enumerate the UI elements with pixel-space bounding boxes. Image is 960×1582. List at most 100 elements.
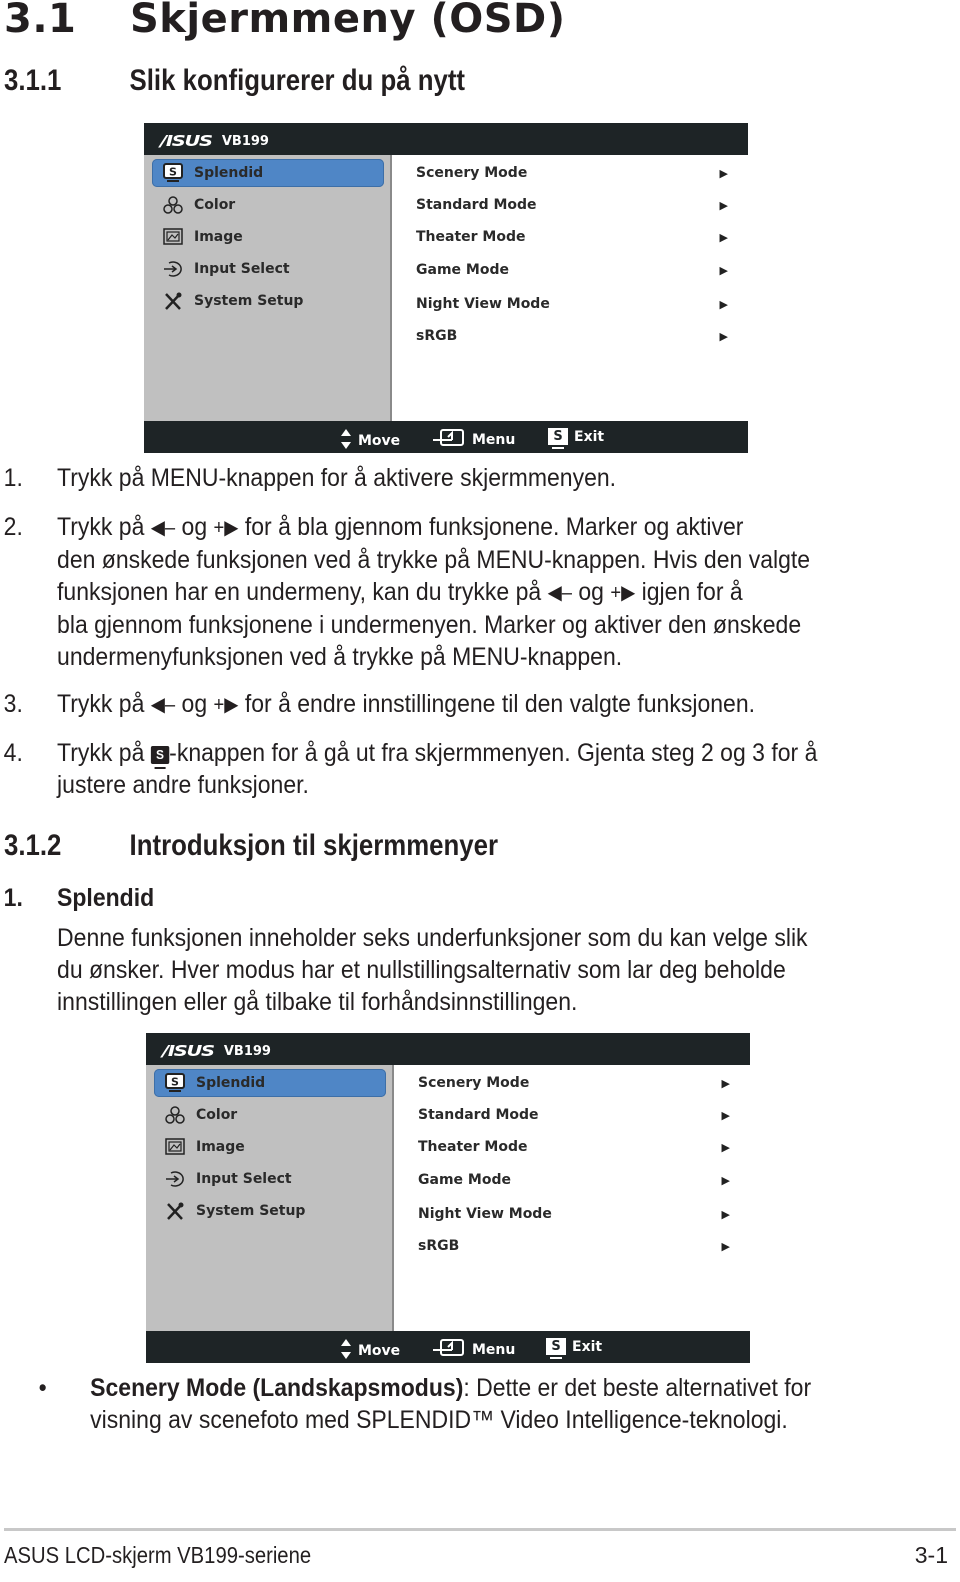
menu-label: Menu bbox=[472, 1342, 516, 1358]
move-label: Move bbox=[358, 433, 401, 449]
osd-submenu-item[interactable]: sRGB ▶ bbox=[418, 1234, 730, 1258]
osd-item-label: Splendid bbox=[196, 1075, 266, 1091]
section-title: Slik konfigurerer du på nytt bbox=[129, 64, 466, 97]
submenu-label: Theater Mode bbox=[416, 229, 526, 245]
item-number: 1. bbox=[3, 884, 23, 912]
text: og bbox=[181, 513, 208, 541]
menu-enter-icon bbox=[432, 428, 466, 452]
scenery-mode-bullet: • Scenery Mode (Landskapsmodus): Dette e… bbox=[0, 1372, 883, 1442]
osd-main-menu: S Splendid Color Image Input Select Syst… bbox=[144, 155, 390, 421]
up-down-arrow-icon bbox=[340, 428, 352, 454]
arrow-right-icon: ▶ bbox=[721, 1173, 730, 1187]
svg-text:S: S bbox=[169, 166, 177, 179]
step-number: 3. bbox=[3, 690, 23, 718]
osd-footer-bar: Move Menu S Exit bbox=[144, 421, 748, 453]
text: Trykk på bbox=[57, 690, 145, 718]
step-2: 2. Trykk på ◀– og +▶ for å bla gjennom f… bbox=[0, 511, 883, 681]
submenu-label: Game Mode bbox=[416, 262, 509, 278]
osd-item-label: System Setup bbox=[196, 1203, 306, 1219]
osd-model: VB199 bbox=[221, 133, 269, 149]
exit-s-key-icon: S bbox=[548, 428, 568, 449]
osd-item-splendid[interactable]: S Splendid bbox=[154, 1069, 386, 1097]
section-heading-3-1-1: 3.1.1 Slik konfigurerer du på nytt bbox=[4, 64, 465, 98]
text: -knappen for å gå ut fra skjermmenyen. G… bbox=[169, 739, 818, 767]
page-heading: 3.1 Skjermmeny (OSD) bbox=[4, 0, 566, 42]
text: visning av scenefoto med SPLENDID™ Video… bbox=[90, 1406, 788, 1434]
plus-key-icon: +▶ bbox=[213, 694, 239, 716]
text: for å endre innstillingene til den valgt… bbox=[244, 690, 756, 718]
osd-item-input-select[interactable]: Input Select bbox=[154, 1165, 386, 1193]
osd-item-system-setup[interactable]: System Setup bbox=[152, 287, 384, 315]
osd-submenu-item[interactable]: Theater Mode ▶ bbox=[416, 225, 728, 249]
osd-menu-screenshot-2: /ISUS VB199 S Splendid Color Image Input… bbox=[146, 1033, 750, 1363]
osd-submenu-item[interactable]: Scenery Mode ▶ bbox=[418, 1071, 730, 1095]
osd-item-splendid[interactable]: S Splendid bbox=[152, 159, 384, 187]
splendid-s-icon: S bbox=[162, 163, 184, 183]
osd-submenu-item[interactable]: Game Mode ▶ bbox=[418, 1168, 730, 1192]
osd-submenu: Scenery Mode ▶ Standard Mode ▶ Theater Mod… bbox=[392, 155, 748, 421]
asus-logo: /ISUS bbox=[162, 1042, 215, 1060]
arrow-right-icon: ▶ bbox=[721, 1140, 730, 1154]
footer-doc-title: ASUS LCD-skjerm VB199-seriene bbox=[4, 1542, 312, 1568]
osd-submenu-item[interactable]: Night View Mode ▶ bbox=[418, 1202, 730, 1226]
osd-menu-screenshot-1: /ISUS VB199 S Splendid Color Image Input… bbox=[144, 123, 748, 453]
section-number: 3.1.1 bbox=[4, 64, 62, 97]
bullet-text: Scenery Mode (Landskapsmodus): Dette er … bbox=[90, 1372, 811, 1436]
osd-submenu-item[interactable]: sRGB ▶ bbox=[416, 324, 728, 348]
osd-item-label: Image bbox=[194, 229, 243, 245]
submenu-label: Night View Mode bbox=[416, 296, 550, 312]
step-3: 3. Trykk på ◀– og +▶ for å endre innstil… bbox=[0, 688, 883, 728]
text: og bbox=[578, 578, 604, 606]
arrow-right-icon: ▶ bbox=[721, 1108, 730, 1122]
heading-number: 3.1 bbox=[4, 0, 77, 42]
text: bla gjennom funksjonene i undermenyen. M… bbox=[57, 611, 802, 639]
submenu-label: Theater Mode bbox=[418, 1139, 528, 1155]
osd-item-color[interactable]: Color bbox=[152, 191, 384, 219]
osd-submenu-item[interactable]: Game Mode ▶ bbox=[416, 258, 728, 282]
asus-logo: /ISUS bbox=[160, 132, 213, 150]
input-select-icon bbox=[162, 259, 184, 279]
plus-key-icon: +▶ bbox=[213, 517, 239, 539]
menu-label: Menu bbox=[472, 432, 516, 448]
osd-footer-bar: Move Menu S Exit bbox=[146, 1331, 750, 1363]
osd-submenu-item[interactable]: Standard Mode ▶ bbox=[418, 1103, 730, 1127]
s-key-icon: S bbox=[150, 746, 170, 769]
osd-submenu-item[interactable]: Theater Mode ▶ bbox=[418, 1135, 730, 1159]
osd-submenu-item[interactable]: Standard Mode ▶ bbox=[416, 193, 728, 217]
exit-label: Exit bbox=[574, 428, 605, 445]
arrow-right-icon: ▶ bbox=[719, 297, 728, 311]
osd-submenu-item[interactable]: Scenery Mode ▶ bbox=[416, 161, 728, 185]
submenu-label: Night View Mode bbox=[418, 1206, 552, 1222]
osd-item-system-setup[interactable]: System Setup bbox=[154, 1197, 386, 1225]
osd-submenu-item[interactable]: Night View Mode ▶ bbox=[416, 292, 728, 316]
arrow-right-icon: ▶ bbox=[719, 263, 728, 277]
submenu-label: Scenery Mode bbox=[416, 165, 528, 181]
text: justere andre funksjoner. bbox=[57, 771, 309, 799]
osd-item-label: Input Select bbox=[194, 261, 290, 277]
osd-item-image[interactable]: Image bbox=[152, 223, 384, 251]
step-number: 2. bbox=[3, 513, 23, 541]
system-setup-icon bbox=[164, 1201, 186, 1221]
arrow-right-icon: ▶ bbox=[721, 1076, 730, 1090]
heading-title: Skjermmeny (OSD) bbox=[130, 0, 566, 42]
osd-footer-menu: Menu bbox=[432, 428, 515, 452]
submenu-label: Standard Mode bbox=[418, 1107, 539, 1123]
submenu-label: Scenery Mode bbox=[418, 1075, 530, 1091]
osd-item-image[interactable]: Image bbox=[154, 1133, 386, 1161]
color-icon bbox=[162, 195, 184, 215]
splendid-section: 1. Splendid Denne funksjonen inneholder … bbox=[0, 882, 883, 1022]
minus-key-icon: ◀– bbox=[150, 694, 176, 716]
osd-item-color[interactable]: Color bbox=[154, 1101, 386, 1129]
osd-title-bar: /ISUS VB199 bbox=[162, 1041, 271, 1061]
osd-item-input-select[interactable]: Input Select bbox=[152, 255, 384, 283]
osd-item-label: Color bbox=[194, 197, 236, 213]
osd-footer-move: Move bbox=[340, 1338, 400, 1364]
osd-footer-exit: S Exit bbox=[546, 1338, 602, 1359]
osd-main-menu: S Splendid Color Image Input Select Syst… bbox=[146, 1065, 392, 1331]
section-heading-3-1-2: 3.1.2 Introduksjon til skjermmenyer bbox=[4, 829, 498, 863]
input-select-icon bbox=[164, 1169, 186, 1189]
osd-item-label: Color bbox=[196, 1107, 238, 1123]
text: innstillingen eller gå tilbake til forhå… bbox=[57, 988, 578, 1016]
step-4: 4. Trykk på S -knappen for å gå ut fra sk… bbox=[0, 737, 883, 807]
minus-key-icon: ◀– bbox=[547, 582, 572, 604]
